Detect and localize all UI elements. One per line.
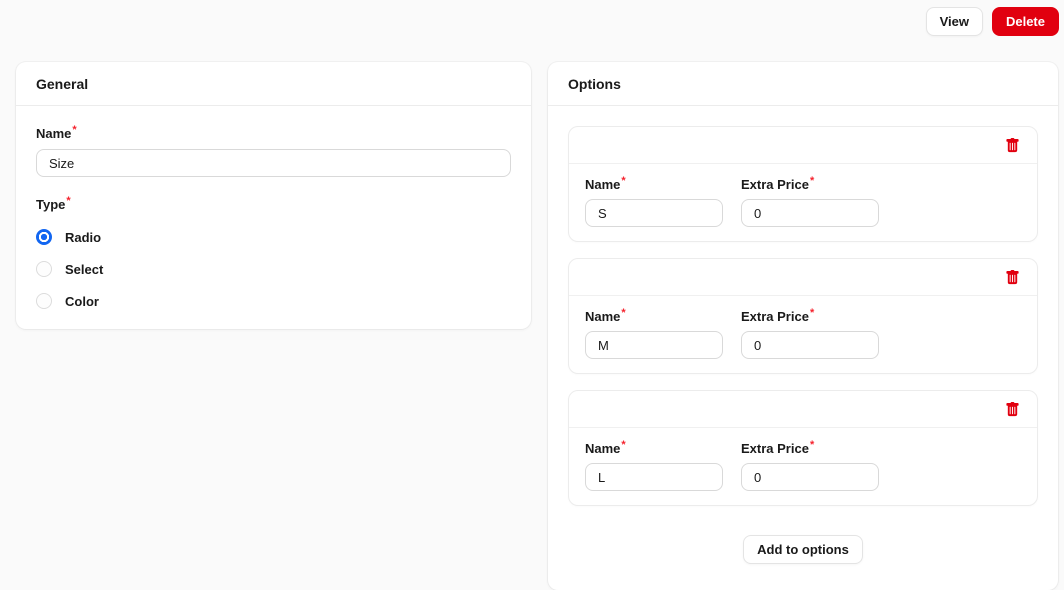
required-marker: * (621, 174, 626, 187)
option-extra-price-input[interactable] (741, 199, 879, 227)
radio-option-label: Radio (65, 229, 102, 245)
trash-icon (1006, 401, 1019, 416)
trash-icon (1006, 269, 1019, 284)
top-action-bar: View Delete (0, 0, 1064, 36)
options-card-body: Name* Extra Price* (548, 106, 1058, 590)
general-name-input[interactable] (36, 149, 511, 177)
option-extra-price-input[interactable] (741, 331, 879, 359)
required-marker: * (809, 438, 815, 451)
option-row-header (569, 259, 1037, 296)
required-marker: * (809, 306, 815, 319)
radio-option-label: Select (65, 261, 104, 277)
type-option-radio[interactable]: Radio (36, 229, 511, 245)
trash-icon (1006, 137, 1019, 152)
radio-option-label: Color (65, 293, 99, 309)
option-row: Name* Extra Price* (568, 126, 1038, 242)
option-extra-price-field: Extra Price* (741, 306, 879, 359)
delete-option-button[interactable] (1005, 137, 1020, 153)
options-card: Options Name* Extra Price* (548, 62, 1058, 590)
option-extra-price-field: Extra Price* (741, 174, 879, 227)
options-card-title: Options (548, 62, 1058, 106)
type-field-label: Type* (36, 194, 71, 212)
general-card-body: Name* Type* Radio Select Color (16, 106, 531, 329)
option-name-field: Name* (585, 174, 723, 227)
main-content: General Name* Type* Radio Select (0, 35, 1064, 590)
delete-option-button[interactable] (1005, 269, 1020, 285)
add-options-row: Add to options (568, 522, 1038, 570)
option-row-header (569, 391, 1037, 428)
option-row-header (569, 127, 1037, 164)
option-extra-price-field: Extra Price* (741, 438, 879, 491)
name-field-label: Name* (36, 123, 77, 141)
required-marker: * (621, 438, 626, 451)
option-name-input[interactable] (585, 463, 723, 491)
radio-button-icon[interactable] (36, 229, 52, 245)
option-name-input[interactable] (585, 331, 723, 359)
option-name-input[interactable] (585, 199, 723, 227)
delete-option-button[interactable] (1005, 401, 1020, 417)
option-name-field: Name* (585, 438, 723, 491)
view-button[interactable]: View (925, 7, 983, 36)
type-radio-group: Type* Radio Select Color (36, 194, 511, 309)
option-row: Name* Extra Price* (568, 258, 1038, 374)
required-marker: * (809, 174, 815, 187)
delete-button[interactable]: Delete (991, 7, 1059, 36)
option-row: Name* Extra Price* (568, 390, 1038, 506)
option-row-body: Name* Extra Price* (569, 428, 1037, 505)
required-marker: * (621, 306, 626, 319)
general-card: General Name* Type* Radio Select (16, 62, 531, 329)
type-option-color[interactable]: Color (36, 293, 511, 309)
required-marker: * (72, 123, 77, 136)
radio-button-icon[interactable] (36, 261, 52, 277)
type-option-select[interactable]: Select (36, 261, 511, 277)
option-row-body: Name* Extra Price* (569, 296, 1037, 373)
general-card-title: General (16, 62, 531, 106)
option-row-body: Name* Extra Price* (569, 164, 1037, 241)
option-name-field: Name* (585, 306, 723, 359)
required-marker: * (66, 194, 71, 207)
option-extra-price-input[interactable] (741, 463, 879, 491)
radio-button-icon[interactable] (36, 293, 52, 309)
